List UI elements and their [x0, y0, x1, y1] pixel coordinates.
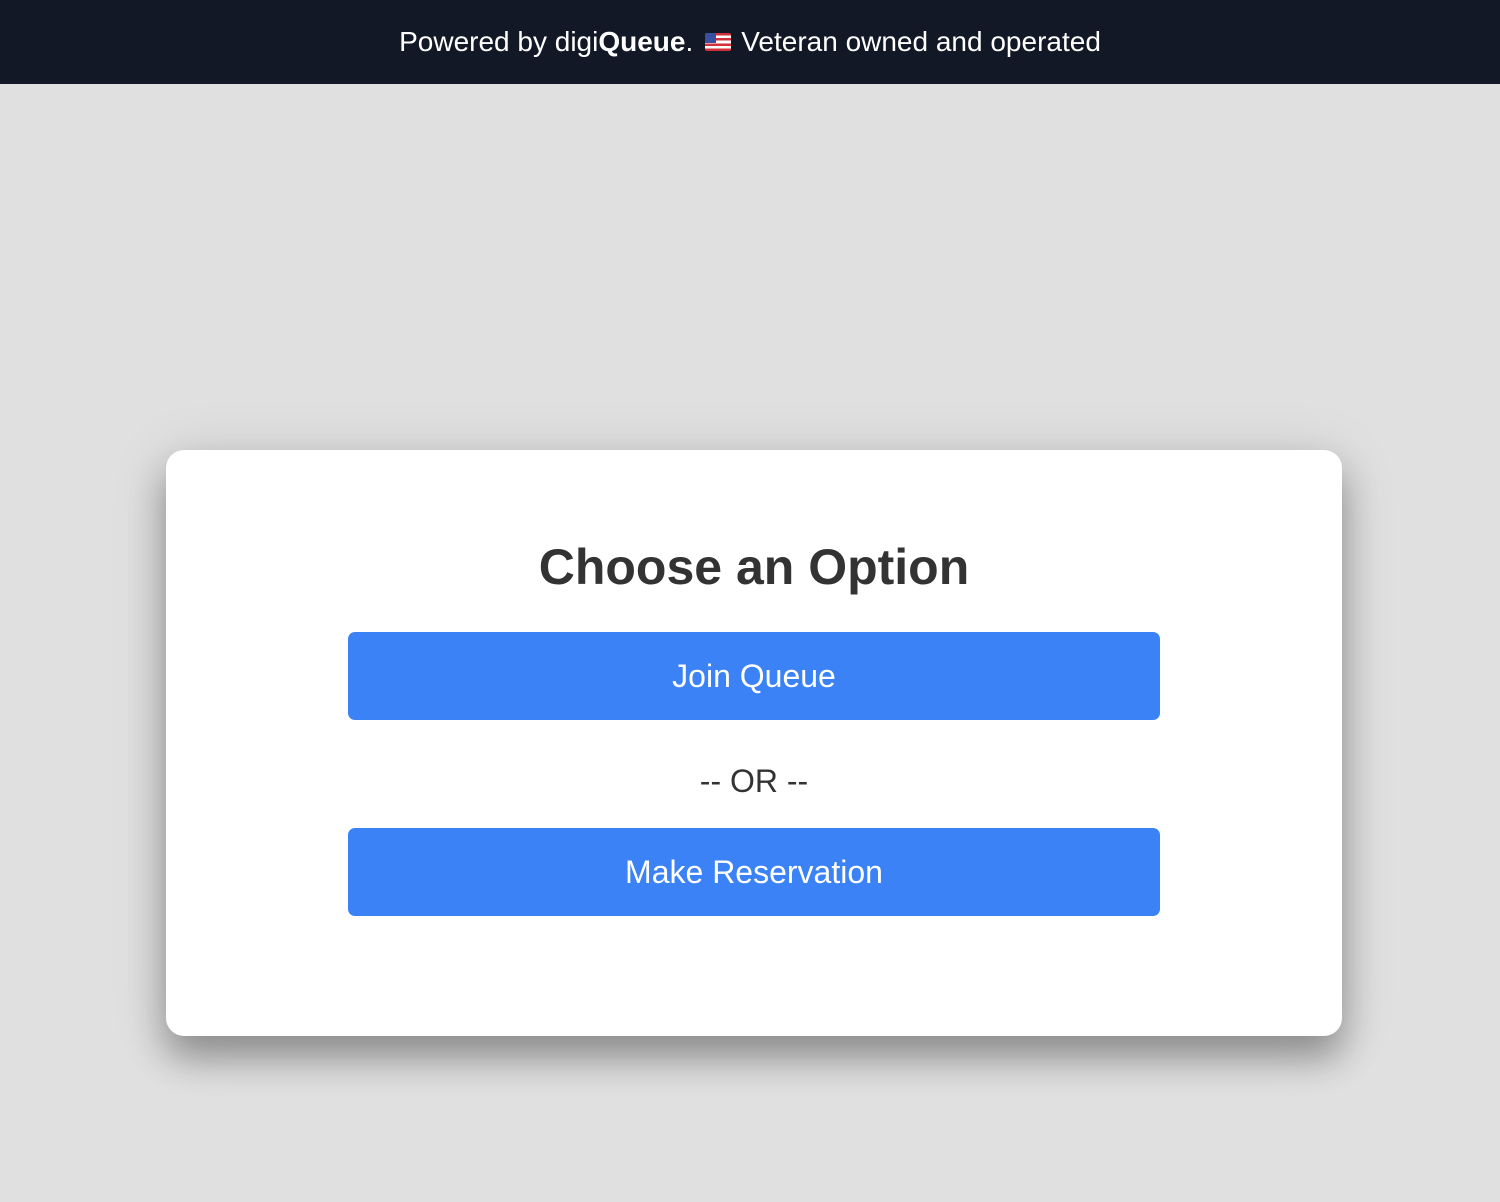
make-reservation-button[interactable]: Make Reservation	[348, 828, 1160, 916]
powered-by-banner: Powered by digi Queue. Veteran owned and o…	[0, 0, 1500, 84]
powered-by-prefix: Powered by digi	[399, 26, 599, 57]
join-queue-button[interactable]: Join Queue	[348, 632, 1160, 720]
page-title: Choose an Option	[538, 539, 970, 595]
veteran-tagline: Veteran owned and operated	[741, 26, 1101, 57]
us-flag-icon	[705, 33, 732, 51]
brand-period: .	[685, 26, 694, 57]
option-card: Choose an Option Join Queue -- OR -- Mak…	[166, 450, 1342, 1036]
brand-name: Queue	[598, 26, 686, 57]
or-separator: -- OR --	[699, 763, 809, 799]
